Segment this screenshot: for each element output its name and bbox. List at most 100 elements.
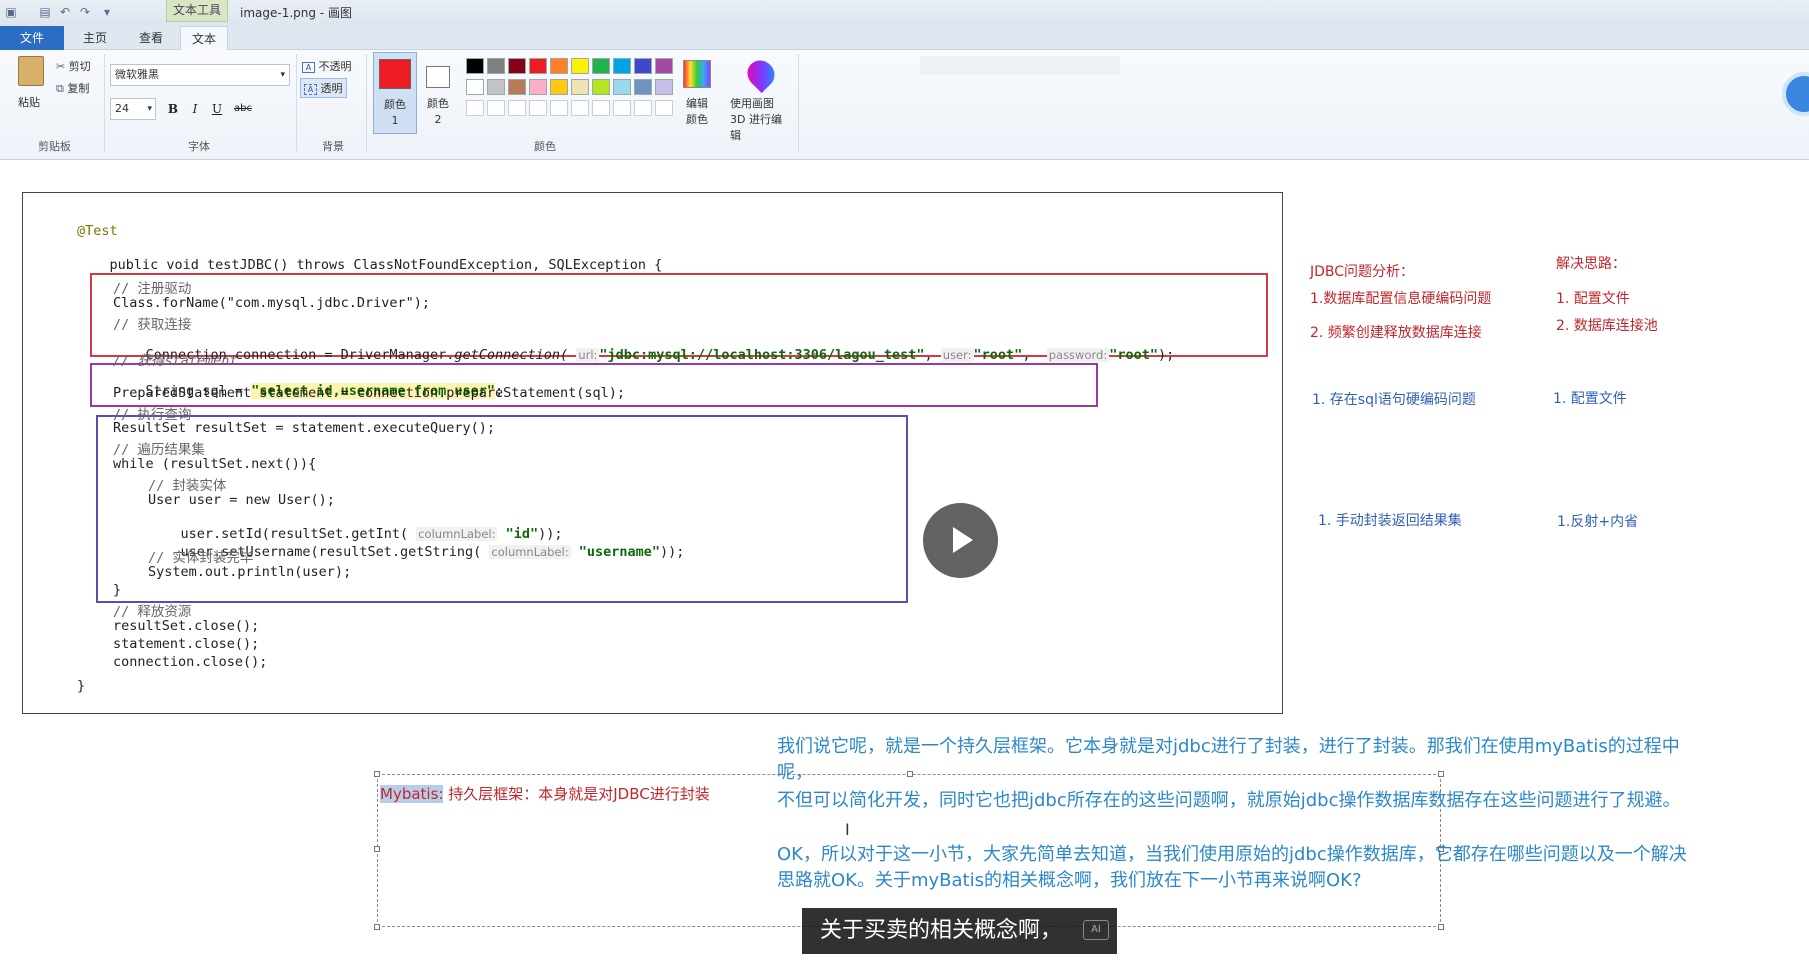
tab-home[interactable]: 主页: [68, 26, 122, 50]
transparent-icon: A: [304, 84, 317, 95]
corner-avatar[interactable]: [1782, 72, 1809, 116]
palette-swatch[interactable]: [508, 100, 526, 116]
transcript-line-3: 不但可以简化开发，同时它也把jdbc所存在的这些问题啊，就原始jdbc操作数据库…: [777, 790, 1681, 811]
color1-label: 颜色 1: [384, 98, 406, 127]
code-comment-connection: // 获取连接: [113, 317, 192, 333]
chevron-down-icon: ▾: [280, 70, 285, 80]
solution-4: 1.反射+内省: [1557, 514, 1639, 530]
palette-swatch[interactable]: [592, 79, 610, 95]
resize-handle[interactable]: [1438, 924, 1444, 930]
palette-swatch[interactable]: [466, 100, 484, 116]
code-st-close: statement.close();: [113, 636, 260, 652]
italic-button[interactable]: I: [186, 100, 204, 118]
problem-4: 1. 手动封装返回结果集: [1318, 513, 1462, 529]
font-size-value: 24: [115, 102, 129, 115]
code-comment-wrap: // 封装实体: [148, 478, 227, 494]
ai-subtitle-icon: AI: [1083, 920, 1109, 940]
palette-swatch[interactable]: [508, 58, 526, 74]
palette-swatch[interactable]: [550, 100, 568, 116]
palette-swatch[interactable]: [634, 100, 652, 116]
palette-swatch[interactable]: [529, 58, 547, 74]
tab-file[interactable]: 文件: [0, 26, 64, 50]
palette-swatch[interactable]: [634, 79, 652, 95]
divider: [366, 54, 367, 152]
palette-swatch[interactable]: [613, 79, 631, 95]
color1-button[interactable]: 颜色 1: [373, 52, 417, 134]
font-family-value: 微软雅黑: [115, 68, 159, 81]
window-title: image-1.png - 画图: [240, 6, 352, 20]
ribbon-blank-area: [920, 56, 1120, 74]
code-while: while (resultSet.next()){: [113, 456, 317, 472]
mybatis-note[interactable]: Mybatis: 持久层框架：本身就是对JDBC进行封装: [380, 783, 710, 804]
transparent-button[interactable]: A 透明: [300, 78, 347, 98]
text-cursor: I: [845, 820, 850, 839]
problem-3: 1. 存在sql语句硬编码问题: [1312, 392, 1476, 408]
subtitle-text: 关于买卖的相关概念啊，: [820, 918, 1063, 943]
tab-view[interactable]: 查看: [124, 26, 178, 50]
palette-swatch[interactable]: [487, 58, 505, 74]
palette-swatch[interactable]: [466, 58, 484, 74]
tab-text[interactable]: 文本: [180, 26, 228, 50]
underline-button[interactable]: U: [208, 100, 226, 118]
palette-swatch[interactable]: [655, 100, 673, 116]
palette-swatch[interactable]: [487, 100, 505, 116]
resize-handle[interactable]: [374, 846, 380, 852]
solution-2: 2. 数据库连接池: [1556, 318, 1658, 334]
palette-swatch[interactable]: [550, 79, 568, 95]
resize-handle[interactable]: [374, 924, 380, 930]
palette-swatch[interactable]: [466, 79, 484, 95]
palette-swatch[interactable]: [592, 100, 610, 116]
code-conn-url: "jdbc:mysql://localhost:3306/lagou_test": [599, 347, 925, 363]
code-comment-iterate: // 遍历结果集: [113, 442, 205, 458]
palette-swatch[interactable]: [655, 58, 673, 74]
resize-handle[interactable]: [374, 771, 380, 777]
divider: [104, 54, 105, 152]
video-play-button[interactable]: [923, 503, 998, 578]
code-println: System.out.println(user);: [148, 564, 352, 580]
customize-quick-access-icon[interactable]: ▾: [100, 5, 114, 19]
code-setname-end: ));: [660, 544, 685, 560]
color1-swatch: [379, 59, 411, 89]
palette-swatch[interactable]: [529, 79, 547, 95]
code-conn-end: );: [1157, 347, 1175, 363]
font-size-select[interactable]: 24 ▾: [110, 98, 156, 120]
palette-swatch[interactable]: [655, 79, 673, 95]
palette-swatch[interactable]: [613, 100, 631, 116]
paint3d-icon: [741, 54, 781, 94]
palette-swatch[interactable]: [592, 58, 610, 74]
palette-swatch[interactable]: [529, 100, 547, 116]
bold-button[interactable]: B: [164, 100, 182, 118]
color2-swatch: [426, 66, 450, 88]
palette-swatch[interactable]: [613, 58, 631, 74]
palette-swatch[interactable]: [550, 58, 568, 74]
edit-colors-button[interactable]: 编辑颜色: [680, 54, 720, 134]
save-icon[interactable]: ▤: [38, 5, 52, 19]
resize-handle[interactable]: [907, 771, 913, 777]
chevron-down-icon: ▾: [147, 104, 152, 114]
opaque-button[interactable]: A 不透明: [302, 58, 352, 74]
palette-swatch[interactable]: [571, 58, 589, 74]
palette-swatch[interactable]: [571, 79, 589, 95]
palette-swatch[interactable]: [634, 58, 652, 74]
palette-swatch[interactable]: [487, 79, 505, 95]
code-resultset: ResultSet resultSet = statement.executeQ…: [113, 420, 496, 436]
cut-button[interactable]: ✂ 剪切: [56, 58, 91, 74]
transcript-line-2: 呢，: [777, 762, 813, 783]
undo-icon[interactable]: ↶: [58, 5, 72, 19]
hint-url: url:: [576, 348, 600, 362]
paint3d-button[interactable]: 使用画图 3D 进行编辑: [730, 54, 794, 142]
code-close-brace: }: [113, 582, 122, 598]
font-family-select[interactable]: 微软雅黑 ▾: [110, 64, 290, 86]
color2-button[interactable]: 颜色 2: [422, 54, 462, 134]
copy-button[interactable]: ⧉ 复制: [56, 80, 89, 96]
palette-swatch[interactable]: [571, 100, 589, 116]
code-conn-pass: "root": [1109, 347, 1158, 363]
resize-handle[interactable]: [1438, 771, 1444, 777]
redo-icon[interactable]: ↷: [78, 5, 92, 19]
code-comment-statement: // 获得statement: [113, 353, 238, 369]
opaque-icon: A: [302, 62, 315, 73]
paste-button[interactable]: 粘贴: [14, 56, 48, 112]
palette-swatch[interactable]: [508, 79, 526, 95]
strikethrough-button[interactable]: abc: [232, 100, 254, 118]
code-end-brace: }: [77, 678, 86, 694]
